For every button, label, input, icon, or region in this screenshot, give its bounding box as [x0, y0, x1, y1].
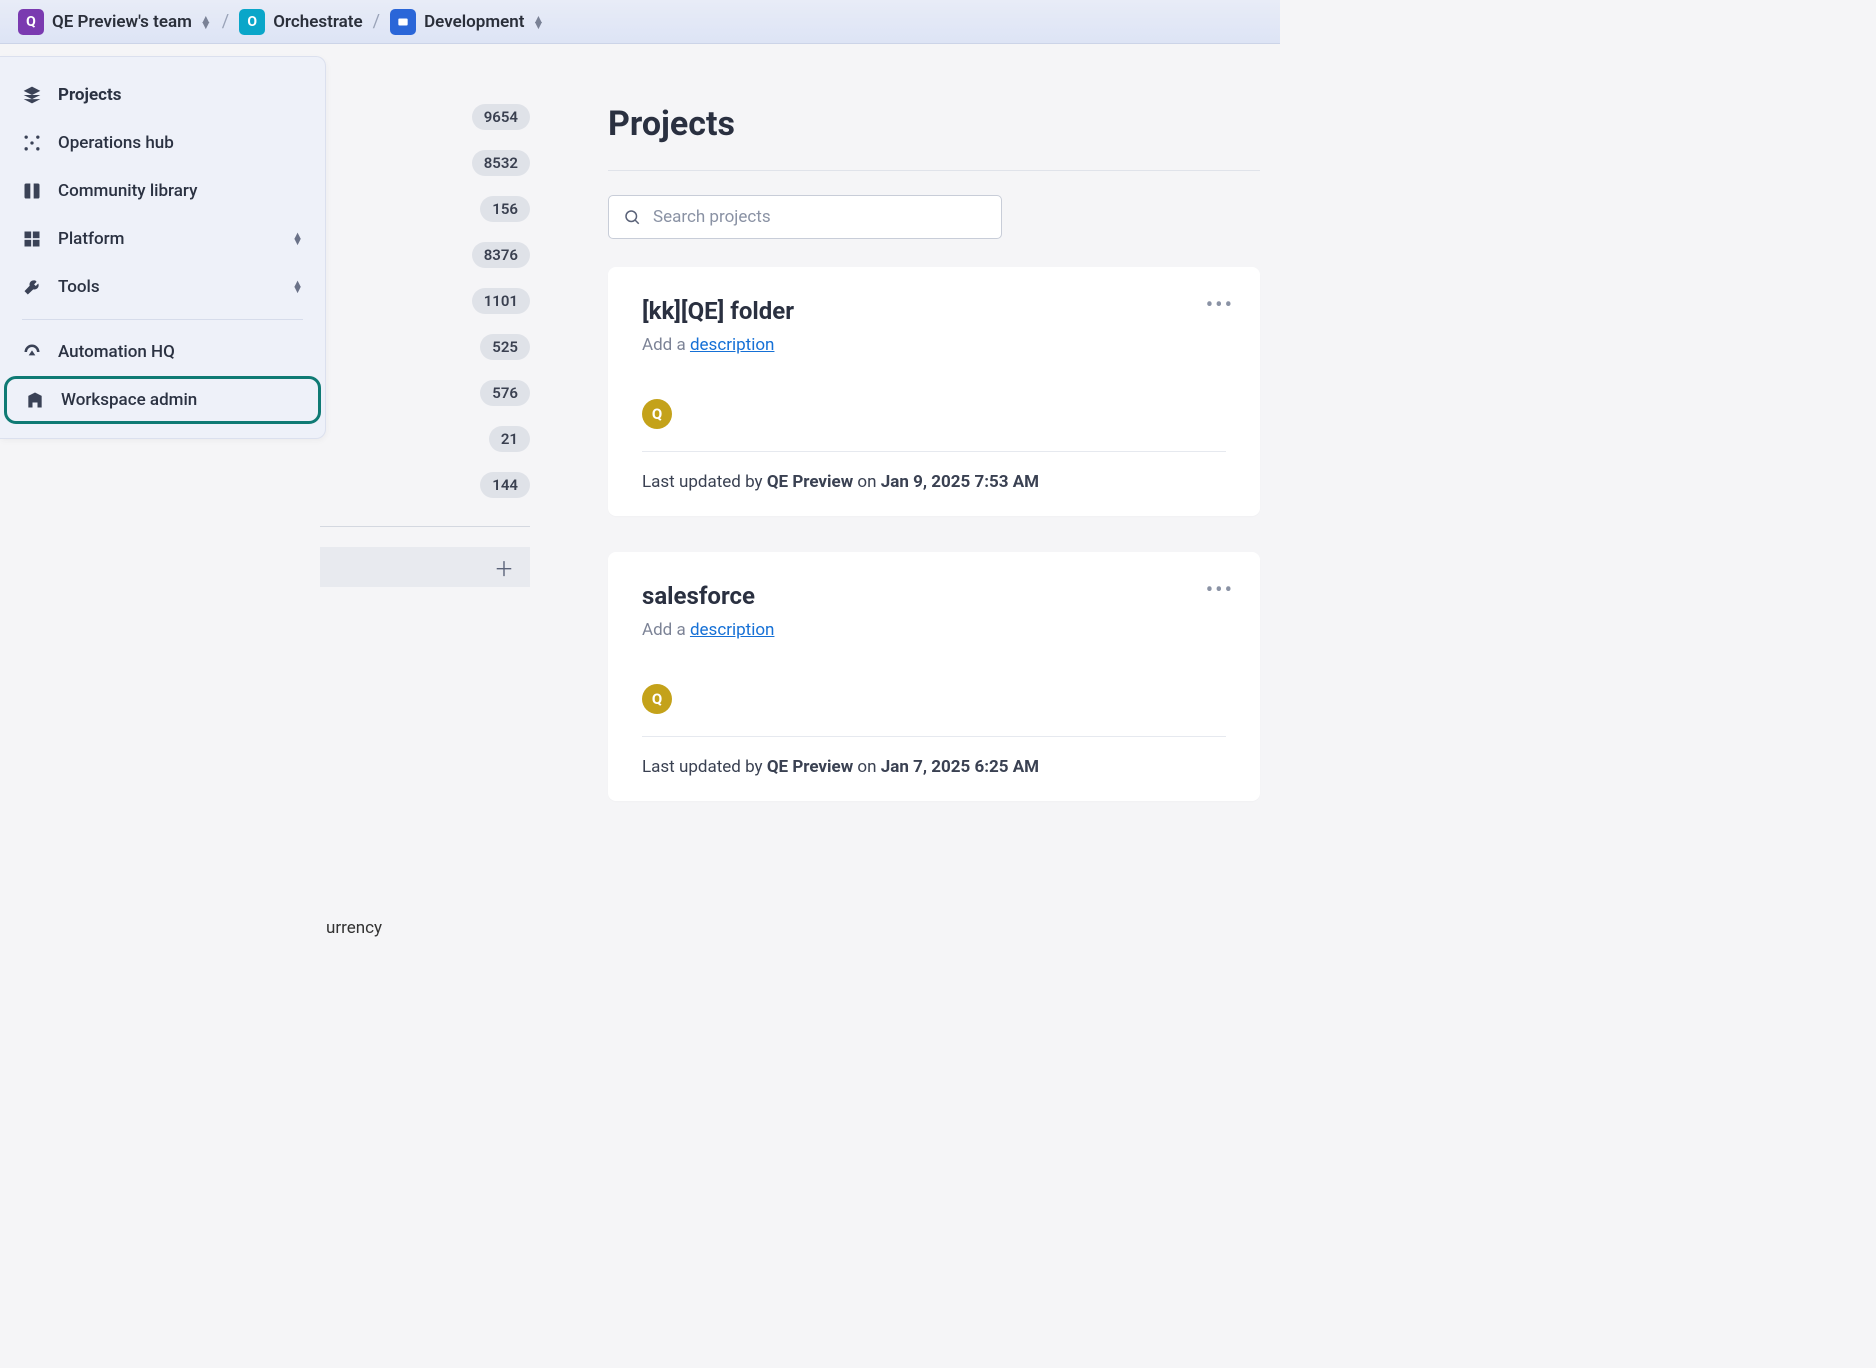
meta-on: on: [853, 757, 881, 777]
desc-prefix: Add a: [642, 620, 690, 640]
count-badge: 576: [480, 380, 530, 406]
sidebar-item-label: Workspace admin: [61, 390, 197, 410]
add-description-link[interactable]: description: [690, 335, 775, 355]
wrench-icon: [22, 277, 42, 297]
breadcrumb-team-label: QE Preview's team: [52, 12, 192, 32]
main-content: Projects Search projects ••• [kk][QE] fo…: [570, 44, 1280, 938]
sidebar-item-label: Operations hub: [58, 133, 174, 153]
breadcrumb: Q QE Preview's team ▲▼ / O Orchestrate /…: [0, 0, 1280, 44]
project-card[interactable]: ••• [kk][QE] folder Add a description Q …: [608, 267, 1260, 516]
team-avatar-icon: Q: [18, 9, 44, 35]
breadcrumb-app[interactable]: O Orchestrate: [239, 9, 362, 35]
count-badge: 8376: [472, 242, 530, 268]
sidebar-item-label: Community library: [58, 181, 197, 201]
env-avatar-icon: [390, 9, 416, 35]
project-meta: Last updated by QE Preview on Jan 7, 202…: [642, 757, 1226, 777]
gauge-icon: [22, 342, 42, 362]
avatar: Q: [642, 684, 672, 714]
add-description-link[interactable]: description: [690, 620, 775, 640]
count-badge: 156: [480, 196, 530, 222]
more-actions-button[interactable]: •••: [1206, 578, 1234, 603]
more-actions-button[interactable]: •••: [1206, 293, 1234, 318]
divider: [642, 736, 1226, 737]
count-badge-column: 9654 8532 156 8376 1101 525 576 21 144 ＋: [326, 44, 540, 938]
sidebar-item-tools[interactable]: Tools ▲▼: [0, 263, 325, 311]
breadcrumb-separator: /: [222, 11, 229, 32]
meta-date: Jan 7, 2025 6:25 AM: [881, 757, 1039, 777]
breadcrumb-app-label: Orchestrate: [273, 12, 362, 32]
sidebar-item-label: Projects: [58, 85, 121, 105]
sidebar-item-projects[interactable]: Projects: [0, 71, 325, 119]
chevron-updown-icon: ▲▼: [292, 233, 303, 245]
meta-prefix: Last updated by: [642, 472, 767, 492]
sidebar-item-label: Tools: [58, 277, 100, 297]
sidebar-item-community-library[interactable]: Community library: [0, 167, 325, 215]
sidebar-item-workspace-admin[interactable]: Workspace admin: [4, 376, 321, 424]
divider: [642, 451, 1226, 452]
search-icon: [623, 208, 641, 226]
count-badge: 525: [480, 334, 530, 360]
search-input[interactable]: Search projects: [608, 195, 1002, 239]
breadcrumb-env[interactable]: Development ▲▼: [390, 9, 544, 35]
chevron-updown-icon: ▲▼: [200, 16, 212, 28]
meta-prefix: Last updated by: [642, 757, 767, 777]
count-badge: 9654: [472, 104, 530, 130]
project-title: [kk][QE] folder: [642, 297, 1226, 325]
book-icon: [22, 181, 42, 201]
count-badge: 1101: [472, 288, 530, 314]
add-row-button[interactable]: ＋: [320, 547, 530, 587]
sidebar-divider: [22, 319, 303, 320]
project-title: salesforce: [642, 582, 1226, 610]
plus-icon: ＋: [494, 553, 514, 582]
chevron-updown-icon: ▲▼: [532, 16, 544, 28]
meta-on: on: [853, 472, 881, 492]
breadcrumb-env-label: Development: [424, 12, 524, 32]
breadcrumb-team[interactable]: Q QE Preview's team ▲▼: [18, 9, 212, 35]
project-meta: Last updated by QE Preview on Jan 9, 202…: [642, 472, 1226, 492]
grid-icon: [22, 229, 42, 249]
page-title: Projects: [608, 104, 1260, 144]
project-description: Add a description: [642, 335, 1226, 355]
sidebar-item-operations-hub[interactable]: Operations hub: [0, 119, 325, 167]
sidebar-item-automation-hq[interactable]: Automation HQ: [0, 328, 325, 376]
hub-icon: [22, 133, 42, 153]
meta-user: QE Preview: [767, 472, 853, 492]
divider: [608, 170, 1260, 171]
sidebar-nav: Projects Operations hub Community librar…: [0, 56, 326, 439]
project-card[interactable]: ••• salesforce Add a description Q Last …: [608, 552, 1260, 801]
truncated-text: urrency: [326, 918, 382, 938]
search-placeholder: Search projects: [653, 207, 771, 227]
count-badge: 8532: [472, 150, 530, 176]
count-badge: 144: [480, 472, 530, 498]
avatar: Q: [642, 399, 672, 429]
desc-prefix: Add a: [642, 335, 690, 355]
sidebar-item-label: Platform: [58, 229, 124, 249]
breadcrumb-separator: /: [373, 11, 380, 32]
meta-user: QE Preview: [767, 757, 853, 777]
chevron-updown-icon: ▲▼: [292, 281, 303, 293]
count-badge: 21: [489, 426, 530, 452]
sidebar-item-label: Automation HQ: [58, 342, 175, 362]
app-avatar-icon: O: [239, 9, 265, 35]
meta-date: Jan 9, 2025 7:53 AM: [881, 472, 1039, 492]
layers-icon: [22, 85, 42, 105]
sidebar-item-platform[interactable]: Platform ▲▼: [0, 215, 325, 263]
project-description: Add a description: [642, 620, 1226, 640]
building-icon: [25, 390, 45, 410]
divider: [320, 526, 530, 527]
